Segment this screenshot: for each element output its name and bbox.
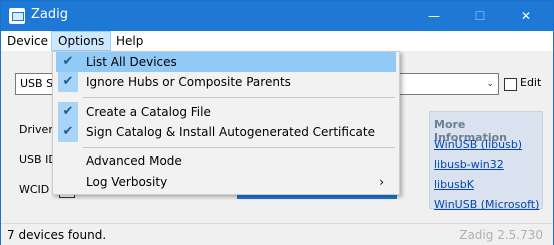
link-winusb-libusb[interactable]: WinUSB (libusb) bbox=[434, 138, 522, 151]
checkmark-icon: ✔ bbox=[62, 54, 74, 69]
menu-item-label: Advanced Mode bbox=[86, 154, 182, 168]
menu-item-ignore-hubs[interactable]: ✔ Ignore Hubs or Composite Parents bbox=[56, 72, 396, 92]
menu-item-log-verbosity[interactable]: Log Verbosity › bbox=[56, 172, 396, 192]
options-menu: ✔ List All Devices ✔ Ignore Hubs or Comp… bbox=[52, 51, 400, 195]
menu-help[interactable]: Help bbox=[110, 31, 149, 51]
app-icon bbox=[9, 8, 25, 24]
menu-bar: Device Options Help bbox=[1, 31, 553, 51]
minimize-button[interactable]: — bbox=[411, 1, 457, 31]
edit-checkbox[interactable] bbox=[504, 78, 517, 91]
version-label: Zadig 2.5.730 bbox=[459, 228, 543, 242]
wcid-label: WCID bbox=[19, 183, 50, 196]
checkmark-icon: ✔ bbox=[58, 72, 78, 92]
zadig-window: Zadig — ☐ ✕ Device Options Help USB Se ⌄… bbox=[0, 0, 554, 245]
driver-label: Driver bbox=[19, 123, 53, 136]
menu-item-sign-catalog[interactable]: ✔ Sign Catalog & Install Autogenerated C… bbox=[56, 122, 396, 142]
link-libusbk[interactable]: libusbK bbox=[434, 178, 474, 191]
title-bar[interactable]: Zadig — ☐ ✕ bbox=[1, 1, 553, 31]
status-bar: 7 devices found. Zadig 2.5.730 bbox=[1, 223, 553, 245]
edit-label: Edit bbox=[520, 76, 542, 89]
menu-item-label: List All Devices bbox=[86, 55, 177, 69]
menu-separator bbox=[83, 97, 395, 98]
checkmark-icon: ✔ bbox=[58, 122, 78, 142]
menu-options[interactable]: Options bbox=[51, 31, 112, 51]
checkmark-icon: ✔ bbox=[58, 102, 78, 122]
menu-separator bbox=[83, 147, 395, 148]
menu-device[interactable]: Device bbox=[1, 31, 54, 51]
menu-item-label: Log Verbosity bbox=[86, 175, 168, 189]
menu-item-label: Sign Catalog & Install Autogenerated Cer… bbox=[86, 125, 375, 139]
link-libusb-win32[interactable]: libusb-win32 bbox=[434, 158, 504, 171]
close-button[interactable]: ✕ bbox=[503, 1, 549, 31]
chevron-right-icon: › bbox=[379, 175, 384, 189]
menu-item-create-catalog[interactable]: ✔ Create a Catalog File bbox=[56, 102, 396, 122]
maximize-button[interactable]: ☐ bbox=[457, 1, 503, 31]
menu-item-label: Create a Catalog File bbox=[86, 105, 211, 119]
status-message: 7 devices found. bbox=[7, 228, 107, 242]
chevron-down-icon[interactable]: ⌄ bbox=[486, 74, 494, 94]
link-winusb-microsoft[interactable]: WinUSB (Microsoft) bbox=[434, 198, 539, 211]
more-information-panel: More Information WinUSB (libusb) libusb-… bbox=[429, 111, 543, 211]
menu-item-label: Ignore Hubs or Composite Parents bbox=[86, 75, 291, 89]
menu-item-advanced-mode[interactable]: Advanced Mode bbox=[56, 151, 396, 171]
window-title: Zadig bbox=[31, 7, 68, 22]
menu-item-list-all-devices[interactable]: ✔ List All Devices bbox=[56, 52, 396, 72]
